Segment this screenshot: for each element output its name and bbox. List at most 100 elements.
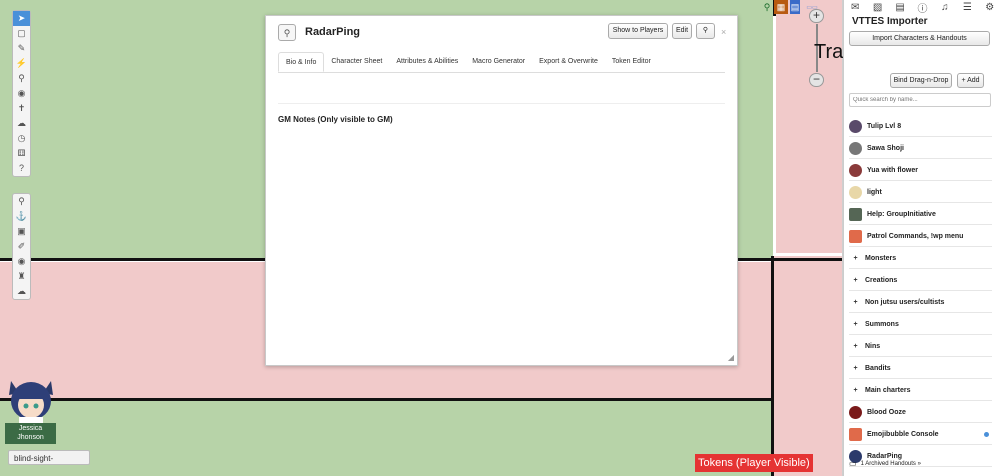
archive-icon: ▭ [849, 459, 857, 468]
zoom-out-button[interactable]: − [809, 73, 824, 87]
dice-icon[interactable]: ⚅ [13, 146, 30, 161]
map-canvas[interactable]: ➤ ▢ ✎ ⚡ ⚲ ◉ ✝ ☁ ◷ ⚅ ? ⚲ ⚓ ▣ ✐ ◉ ♜ ☁ Jess… [0, 0, 843, 476]
list-item[interactable]: Patrol Commands, !wp menu [849, 226, 992, 247]
handout-icon [849, 207, 862, 221]
list-item[interactable]: Yua with flower [849, 160, 992, 181]
journal-folder[interactable]: + Main charters [849, 380, 992, 401]
journal-folder[interactable]: + Nins [849, 336, 992, 357]
search-icon: ⚲ [702, 27, 709, 34]
journal-folder[interactable]: + Bandits [849, 358, 992, 379]
list-item-label: Emojibubble Console [867, 430, 939, 438]
list-item-label: Tulip Lvl 8 [867, 122, 902, 130]
page-icon[interactable]: ▤ [790, 0, 800, 14]
list-item[interactable]: Emojibubble Console [849, 424, 992, 445]
list-item-label: Nins [865, 342, 881, 350]
draw-tool-icon[interactable]: ✎ [13, 41, 30, 56]
tab-macro-generator[interactable]: Macro Generator [465, 52, 532, 72]
list-item-label: Monsters [865, 254, 897, 262]
notification-dot-icon [984, 431, 989, 437]
chat-icon[interactable]: ✉ [847, 2, 863, 13]
sidebar: ✉ ▧ ▤ ⓘ ♫ ☰ ⚙ VTTES Importer Import Char… [843, 0, 1000, 476]
location-pin-icon[interactable]: ⚲ [762, 0, 772, 14]
folder-expand-icon[interactable]: + [849, 321, 862, 328]
tab-character-sheet[interactable]: Character Sheet [324, 52, 389, 72]
ping-tool-icon[interactable]: ◉ [13, 86, 30, 101]
info-icon[interactable]: ⓘ [914, 0, 930, 15]
castle-icon[interactable]: ♜ [13, 269, 30, 284]
import-characters-button[interactable]: Import Characters & Handouts [849, 31, 990, 46]
status-badge: blind-sight- [8, 450, 90, 465]
fx-tool-icon[interactable]: ⚡ [13, 56, 30, 71]
character-avatar-icon[interactable]: ⚲ [278, 24, 296, 41]
measure-tool-icon[interactable]: ✝ [13, 101, 30, 116]
sidebar-tabs: ✉ ▧ ▤ ⓘ ♫ ☰ ⚙ [844, 0, 1000, 15]
art-library-icon[interactable]: ▧ [870, 2, 886, 13]
list-item-label: Help: GroupInitiative [867, 210, 936, 218]
list-item[interactable]: light [849, 182, 992, 203]
list-item[interactable]: Blood Ooze [849, 402, 992, 423]
layer-indicator: Tokens (Player Visible) [695, 454, 813, 472]
tab-attributes-abilities[interactable]: Attributes & Abilities [389, 52, 465, 72]
journal-list: Tulip Lvl 8 Sawa Shoji Yua with flower ligh… [849, 116, 992, 468]
tab-bio-info[interactable]: Bio & Info [278, 52, 325, 72]
cloud-icon[interactable]: ☁ [13, 284, 30, 299]
map-pink-zone-right-bottom [774, 256, 843, 476]
character-avatar-icon [849, 119, 862, 133]
journal-folder[interactable]: + Monsters [849, 248, 992, 269]
turn-tracker-icon[interactable]: ◷ [13, 131, 30, 146]
folder-expand-icon[interactable]: + [849, 299, 862, 306]
list-item[interactable]: Sawa Shoji [849, 138, 992, 159]
list-icon[interactable]: ☰ [959, 2, 975, 13]
folder-expand-icon[interactable]: + [849, 387, 862, 394]
fog-tool-icon[interactable]: ☁ [13, 116, 30, 131]
search-button[interactable]: ⚲ [696, 23, 715, 39]
folder-expand-icon[interactable]: + [849, 277, 862, 284]
journal-icon[interactable]: ▤ [892, 2, 908, 13]
avatar-name-plate: Jessica Jhonson [5, 423, 56, 444]
journal-folder[interactable]: + Non jutsu users/cultists [849, 292, 992, 313]
character-dialog: ⚲ RadarPing Show to Players Edit ⚲ × Bio… [265, 15, 738, 366]
select-tool-icon[interactable]: ➤ [13, 11, 30, 26]
journal-folder[interactable]: + Creations [849, 270, 992, 291]
tool-panel-secondary: ⚲ ⚓ ▣ ✐ ◉ ♜ ☁ [12, 193, 31, 300]
eye-icon[interactable]: ◉ [13, 254, 30, 269]
journal-folder[interactable]: + Summons [849, 314, 992, 335]
handout-icon [849, 427, 862, 441]
tab-token-editor[interactable]: Token Editor [605, 52, 658, 72]
pin-icon[interactable]: ⚲ [13, 194, 30, 209]
zoom-tool-icon[interactable]: ⚲ [13, 71, 30, 86]
list-item[interactable]: Tulip Lvl 8 [849, 116, 992, 137]
list-item-label: Sawa Shoji [867, 144, 904, 152]
zoom-in-button[interactable]: + [809, 9, 824, 23]
sidebar-title: VTTES Importer [852, 16, 928, 27]
folder-expand-icon[interactable]: + [849, 343, 862, 350]
film-icon[interactable]: ▦ [774, 0, 788, 14]
handout-icon [849, 229, 862, 243]
tab-export-overwrite[interactable]: Export & Overwrite [532, 52, 605, 72]
compendium-icon[interactable]: ♫ [937, 2, 953, 13]
map-layer-icon[interactable]: ▢ [13, 26, 30, 41]
character-avatar-icon [849, 185, 862, 199]
help-icon[interactable]: ? [13, 161, 30, 176]
bind-drag-drop-button[interactable]: Bind Drag-n-Drop [890, 73, 952, 88]
show-to-players-button[interactable]: Show to Players [608, 23, 668, 39]
cube-icon[interactable]: ▣ [13, 224, 30, 239]
close-icon[interactable]: × [721, 27, 726, 37]
search-input[interactable] [849, 93, 991, 107]
edit-button[interactable]: Edit [672, 23, 692, 39]
list-item-label: Non jutsu users/cultists [865, 298, 945, 306]
folder-expand-icon[interactable]: + [849, 365, 862, 372]
map-green-zone-bottom [0, 401, 771, 476]
list-item-label: Bandits [865, 364, 891, 372]
folder-expand-icon[interactable]: + [849, 255, 862, 262]
list-item[interactable]: Help: GroupInitiative [849, 204, 992, 225]
gear-icon[interactable]: ⚙ [982, 2, 998, 13]
add-button[interactable]: + Add [957, 73, 984, 88]
brush-icon[interactable]: ✐ [13, 239, 30, 254]
archived-handouts-link[interactable]: ▭ 1 Archived Handouts » [849, 459, 921, 468]
resize-handle-icon[interactable]: ◢ [728, 353, 734, 362]
character-avatar-icon [849, 163, 862, 177]
anchor-icon[interactable]: ⚓ [13, 209, 30, 224]
list-item-label: Summons [865, 320, 899, 328]
player-avatar[interactable] [5, 371, 57, 426]
